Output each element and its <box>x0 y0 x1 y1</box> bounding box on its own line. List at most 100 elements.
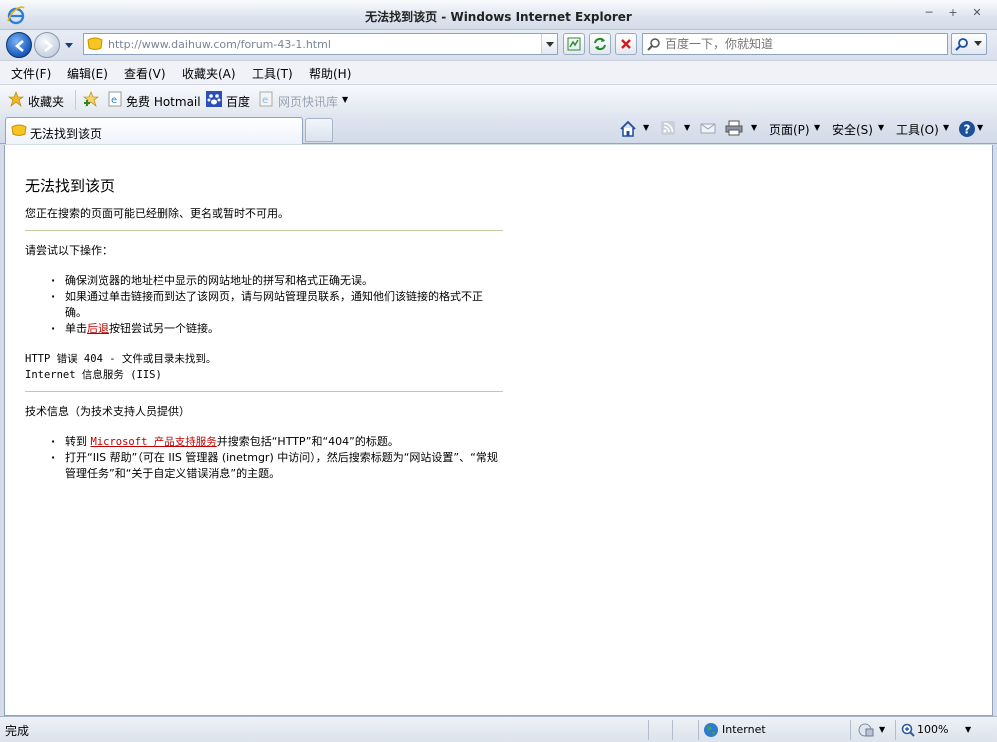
iis-text: Internet 信息服务 (IIS) <box>25 369 162 381</box>
menu-edit[interactable]: 编辑(E) <box>67 65 108 82</box>
divider <box>25 230 503 231</box>
menu-bar: 文件(F) 编辑(E) 查看(V) 收藏夹(A) 工具(T) 帮助(H) <box>0 60 997 84</box>
compatibility-view-button[interactable] <box>563 33 585 55</box>
back-suffix: 按钮尝试另一个链接。 <box>109 322 219 335</box>
refresh-button[interactable] <box>589 33 611 55</box>
back-prefix: 单击 <box>65 322 87 335</box>
suggestion-list: 确保浏览器的地址栏中显示的网站地址的拼写和格式正确无误。 如果通过单击链接而到达… <box>25 273 503 337</box>
favorite-hotmail[interactable]: 免费 Hotmail <box>126 93 201 110</box>
favorite-web-slice-gallery[interactable]: 网页快讯库 <box>278 93 338 110</box>
chevron-down-icon[interactable]: ▼ <box>684 123 690 132</box>
history-dropdown-icon[interactable] <box>64 40 74 50</box>
zoom-icon <box>901 723 915 737</box>
star-icon <box>8 91 24 107</box>
back-link[interactable]: 后退 <box>87 322 109 335</box>
title-bar: 无法找到该页 - Windows Internet Explorer ─ + ✕ <box>0 0 997 30</box>
tech-list: 转到 Microsoft 产品支持服务并搜索包括“HTTP”和“404”的标题。… <box>25 434 503 482</box>
forward-button[interactable] <box>34 32 60 58</box>
error-page: 无法找到该页 您正在搜索的页面可能已经删除、更名或暂时不可用。 请尝试以下操作：… <box>25 175 503 496</box>
list-item: 打开“IIS 帮助”（可在 IIS 管理器 (inetmgr) 中访问），然后搜… <box>51 450 503 482</box>
page-menu-button[interactable]: 页面(P) <box>769 121 810 138</box>
tab-active[interactable]: 无法找到该页 <box>5 117 303 144</box>
favorite-baidu[interactable]: 百度 <box>226 93 250 110</box>
address-toolbar <box>0 30 997 60</box>
divider <box>25 391 503 392</box>
chevron-down-icon[interactable]: ▼ <box>643 123 649 132</box>
favorites-bar: 收藏夹 e 免费 Hotmail 百度 e 网页快讯库 ▼ <box>0 84 997 114</box>
close-window-button[interactable]: ✕ <box>966 5 988 21</box>
chevron-down-icon[interactable]: ▼ <box>879 725 885 734</box>
back-button[interactable] <box>6 32 32 58</box>
http-error-text: HTTP 错误 404 - 文件或目录未找到。 <box>25 353 217 365</box>
favorites-button[interactable]: 收藏夹 <box>28 93 64 110</box>
divider <box>672 720 673 740</box>
web-slice-icon: e <box>259 91 273 107</box>
chevron-down-icon[interactable]: ▼ <box>342 95 348 104</box>
address-dropdown-button[interactable] <box>541 34 557 54</box>
chevron-down-icon[interactable]: ▼ <box>814 123 820 132</box>
arrow-right-icon <box>44 40 54 52</box>
address-bar[interactable] <box>83 33 558 55</box>
window-title: 无法找到该页 - Windows Internet Explorer <box>365 10 632 24</box>
compatibility-icon <box>567 37 581 51</box>
chevron-down-icon[interactable]: ▼ <box>751 123 757 132</box>
list-item: 转到 Microsoft 产品支持服务并搜索包括“HTTP”和“404”的标题。 <box>51 434 503 450</box>
divider <box>895 720 896 740</box>
chevron-down-icon <box>974 41 982 46</box>
search-go-button[interactable] <box>951 33 987 55</box>
home-icon[interactable] <box>619 120 637 138</box>
tab-label: 无法找到该页 <box>30 127 103 141</box>
list-item: 单击后退按钮尝试另一个链接。 <box>51 321 503 337</box>
stop-button[interactable] <box>615 33 637 55</box>
svg-text:e: e <box>111 95 117 106</box>
menu-file[interactable]: 文件(F) <box>11 65 51 82</box>
list-item: 如果通过单击链接而到达了该网页，请与网站管理员联系，通知他们该链接的格式不正确。 <box>51 289 503 321</box>
search-input[interactable] <box>665 36 935 52</box>
tools-menu-button[interactable]: 工具(O) <box>896 121 939 138</box>
security-zone[interactable]: Internet <box>722 723 766 736</box>
site-favicon-icon <box>11 124 27 136</box>
safety-menu-button[interactable]: 安全(S) <box>832 121 873 138</box>
zoom-level[interactable]: 100% <box>917 723 948 736</box>
rss-feed-icon[interactable] <box>660 120 676 136</box>
list-item: 确保浏览器的地址栏中显示的网站地址的拼写和格式正确无误。 <box>51 273 503 289</box>
menu-help[interactable]: 帮助(H) <box>309 65 351 82</box>
globe-icon <box>704 723 718 737</box>
help-icon[interactable]: ? <box>958 120 976 138</box>
divider <box>850 720 851 740</box>
chevron-down-icon[interactable]: ▼ <box>878 123 884 132</box>
menu-tools[interactable]: 工具(T) <box>252 65 293 82</box>
error-intro: 您正在搜索的页面可能已经删除、更名或暂时不可用。 <box>25 207 289 220</box>
page-content: 无法找到该页 您正在搜索的页面可能已经删除、更名或暂时不可用。 请尝试以下操作：… <box>4 145 993 716</box>
chevron-down-icon[interactable]: ▼ <box>965 725 971 734</box>
maximize-button[interactable]: + <box>942 5 964 21</box>
ie-page-icon: e <box>108 91 122 107</box>
search-icon <box>647 38 660 51</box>
chevron-down-icon[interactable]: ▼ <box>943 123 949 132</box>
close-icon <box>621 39 631 49</box>
menu-favorites[interactable]: 收藏夹(A) <box>182 65 236 82</box>
protected-mode-icon[interactable] <box>857 722 875 738</box>
new-tab-button[interactable] <box>305 118 333 142</box>
site-favicon-icon <box>87 37 103 50</box>
divider <box>698 720 699 740</box>
tech-heading: 技术信息（为技术支持人员提供） <box>25 405 190 418</box>
print-icon[interactable] <box>725 120 743 136</box>
divider <box>75 90 76 110</box>
chevron-down-icon <box>546 42 554 47</box>
baidu-paw-icon <box>206 91 222 107</box>
microsoft-support-link[interactable]: Microsoft 产品支持服务 <box>91 436 217 448</box>
chevron-down-icon[interactable]: ▼ <box>977 123 983 132</box>
search-box[interactable] <box>642 33 948 55</box>
menu-view[interactable]: 查看(V) <box>124 65 166 82</box>
minimize-button[interactable]: ─ <box>918 5 940 21</box>
status-text: 完成 <box>5 724 30 738</box>
address-input[interactable] <box>108 36 528 52</box>
add-favorite-icon[interactable] <box>83 91 99 107</box>
read-mail-icon[interactable] <box>700 120 716 136</box>
page-title: 无法找到该页 <box>25 177 116 195</box>
divider <box>648 720 649 740</box>
try-heading: 请尝试以下操作： <box>25 244 113 257</box>
svg-text:e: e <box>262 95 268 106</box>
status-bar: 完成 Internet ▼ 100% ▼ <box>0 716 997 742</box>
